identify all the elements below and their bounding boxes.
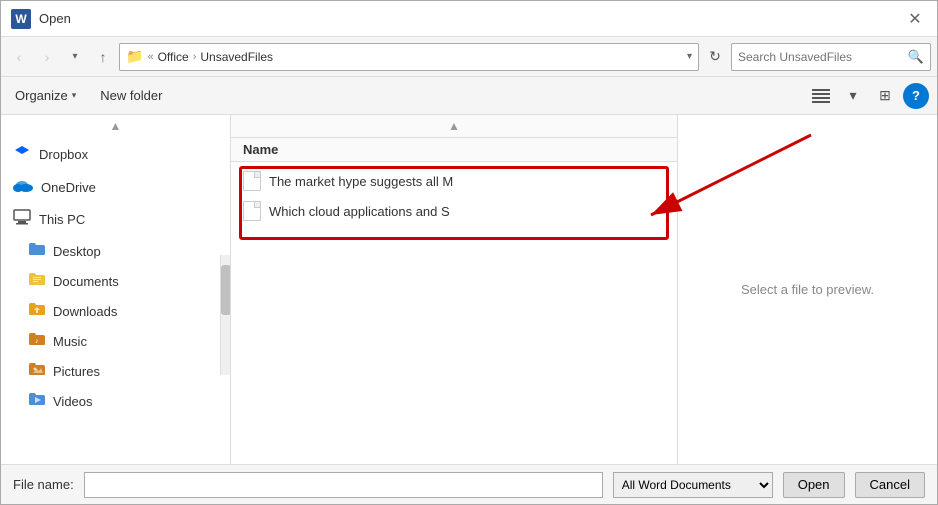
sidebar-scroll-up: ▲ bbox=[1, 115, 230, 137]
onedrive-icon bbox=[13, 178, 33, 197]
address-path-unsaved: UnsavedFiles bbox=[200, 50, 273, 64]
main-content: ▲ Dropbox bbox=[1, 115, 937, 464]
sidebar-label-downloads: Downloads bbox=[53, 304, 117, 319]
sidebar: ▲ Dropbox bbox=[1, 115, 231, 464]
organize-button[interactable]: Organize ▾ bbox=[9, 85, 82, 106]
view-list-button[interactable] bbox=[807, 82, 835, 110]
organize-label: Organize bbox=[15, 88, 68, 103]
svg-text:♪: ♪ bbox=[35, 338, 39, 345]
refresh-button[interactable]: ↻ bbox=[703, 45, 727, 69]
sidebar-label-onedrive: OneDrive bbox=[41, 180, 96, 195]
sidebar-label-documents: Documents bbox=[53, 274, 119, 289]
file-doc-icon-2 bbox=[243, 201, 261, 221]
search-input[interactable] bbox=[738, 50, 908, 64]
sidebar-label-desktop: Desktop bbox=[53, 244, 101, 259]
scroll-up-arrow: ▲ bbox=[110, 119, 122, 133]
word-app-icon: W bbox=[11, 9, 31, 29]
sidebar-item-this-pc[interactable]: This PC bbox=[1, 203, 230, 236]
documents-folder-icon bbox=[29, 272, 45, 290]
address-path-office: Office bbox=[158, 50, 189, 64]
downloads-folder-icon bbox=[29, 302, 45, 320]
sidebar-scrollbar-thumb[interactable] bbox=[221, 265, 231, 315]
sort-header: ▲ bbox=[231, 115, 677, 138]
filename-input[interactable] bbox=[84, 472, 603, 498]
toolbar-row: Organize ▾ New folder ▾ ⊞ ? bbox=[1, 77, 937, 115]
sidebar-item-onedrive[interactable]: OneDrive bbox=[1, 172, 230, 203]
file-item-2[interactable]: Which cloud applications and S bbox=[231, 196, 677, 226]
column-header: Name bbox=[231, 138, 677, 162]
sort-up-arrow: ▲ bbox=[448, 119, 460, 133]
open-dialog: W Open ✕ ‹ › ▾ ↑ 📁 « Office › UnsavedFil… bbox=[0, 0, 938, 505]
filetype-select[interactable]: All Word Documents bbox=[613, 472, 773, 498]
forward-button[interactable]: › bbox=[35, 45, 59, 69]
back-button[interactable]: ‹ bbox=[7, 45, 31, 69]
sidebar-item-videos[interactable]: Videos bbox=[1, 386, 230, 416]
dropdown-nav-button[interactable]: ▾ bbox=[63, 45, 87, 69]
new-folder-button[interactable]: New folder bbox=[94, 85, 168, 106]
address-bar-row: ‹ › ▾ ↑ 📁 « Office › UnsavedFiles ▾ ↻ 🔍 bbox=[1, 37, 937, 77]
sidebar-item-dropbox[interactable]: Dropbox bbox=[1, 137, 230, 172]
music-folder-icon: ♪ bbox=[29, 332, 45, 350]
dropbox-icon bbox=[13, 143, 31, 166]
file-doc-icon-1 bbox=[243, 171, 261, 191]
file-name-2: Which cloud applications and S bbox=[269, 204, 450, 219]
preview-text: Select a file to preview. bbox=[741, 282, 874, 297]
file-area-wrapper: ▲ Name The market hype suggests all M bbox=[231, 115, 937, 464]
desktop-folder-icon bbox=[29, 242, 45, 260]
view-dropdown-button[interactable]: ▾ bbox=[839, 82, 867, 110]
help-button[interactable]: ? bbox=[903, 83, 929, 109]
search-box[interactable]: 🔍 bbox=[731, 43, 931, 71]
sidebar-item-music[interactable]: ♪ Music bbox=[1, 326, 230, 356]
address-chevron: « bbox=[147, 51, 153, 63]
file-area: ▲ Name The market hype suggests all M bbox=[231, 115, 677, 464]
file-item-1[interactable]: The market hype suggests all M bbox=[231, 166, 677, 196]
sidebar-label-dropbox: Dropbox bbox=[39, 147, 88, 162]
pictures-folder-icon bbox=[29, 362, 45, 380]
up-button[interactable]: ↑ bbox=[91, 45, 115, 69]
videos-folder-icon bbox=[29, 392, 45, 410]
search-icon: 🔍 bbox=[908, 49, 924, 65]
address-dropdown-arrow[interactable]: ▾ bbox=[687, 51, 692, 62]
address-folder-icon: 📁 bbox=[126, 48, 143, 65]
sidebar-label-music: Music bbox=[53, 334, 87, 349]
organize-dropdown-icon: ▾ bbox=[72, 90, 77, 101]
cancel-button[interactable]: Cancel bbox=[855, 472, 925, 498]
filename-label: File name: bbox=[13, 477, 74, 492]
address-box[interactable]: 📁 « Office › UnsavedFiles ▾ bbox=[119, 43, 699, 71]
sidebar-label-pictures: Pictures bbox=[53, 364, 100, 379]
sidebar-item-documents[interactable]: Documents bbox=[1, 266, 230, 296]
this-pc-icon bbox=[13, 209, 31, 230]
address-path-arrow: › bbox=[193, 51, 197, 63]
sidebar-item-downloads[interactable]: Downloads bbox=[1, 296, 230, 326]
preview-area: Select a file to preview. bbox=[677, 115, 937, 464]
preview-toggle-button[interactable]: ⊞ bbox=[871, 82, 899, 110]
dialog-title: Open bbox=[39, 11, 71, 26]
title-bar-left: W Open bbox=[11, 9, 903, 29]
title-bar: W Open ✕ bbox=[1, 1, 937, 37]
sidebar-scrollbar[interactable] bbox=[220, 255, 230, 375]
column-name-header: Name bbox=[243, 142, 278, 157]
toolbar-right: ▾ ⊞ ? bbox=[807, 82, 929, 110]
sidebar-label-this-pc: This PC bbox=[39, 212, 85, 227]
sidebar-item-pictures[interactable]: Pictures bbox=[1, 356, 230, 386]
bottom-bar: File name: All Word Documents Open Cance… bbox=[1, 464, 937, 504]
close-button[interactable]: ✕ bbox=[903, 7, 927, 31]
new-folder-label: New folder bbox=[100, 88, 162, 103]
file-name-1: The market hype suggests all M bbox=[269, 174, 453, 189]
sidebar-label-videos: Videos bbox=[53, 394, 93, 409]
file-list: The market hype suggests all M Which clo… bbox=[231, 162, 677, 464]
sidebar-item-desktop[interactable]: Desktop bbox=[1, 236, 230, 266]
open-button[interactable]: Open bbox=[783, 472, 845, 498]
